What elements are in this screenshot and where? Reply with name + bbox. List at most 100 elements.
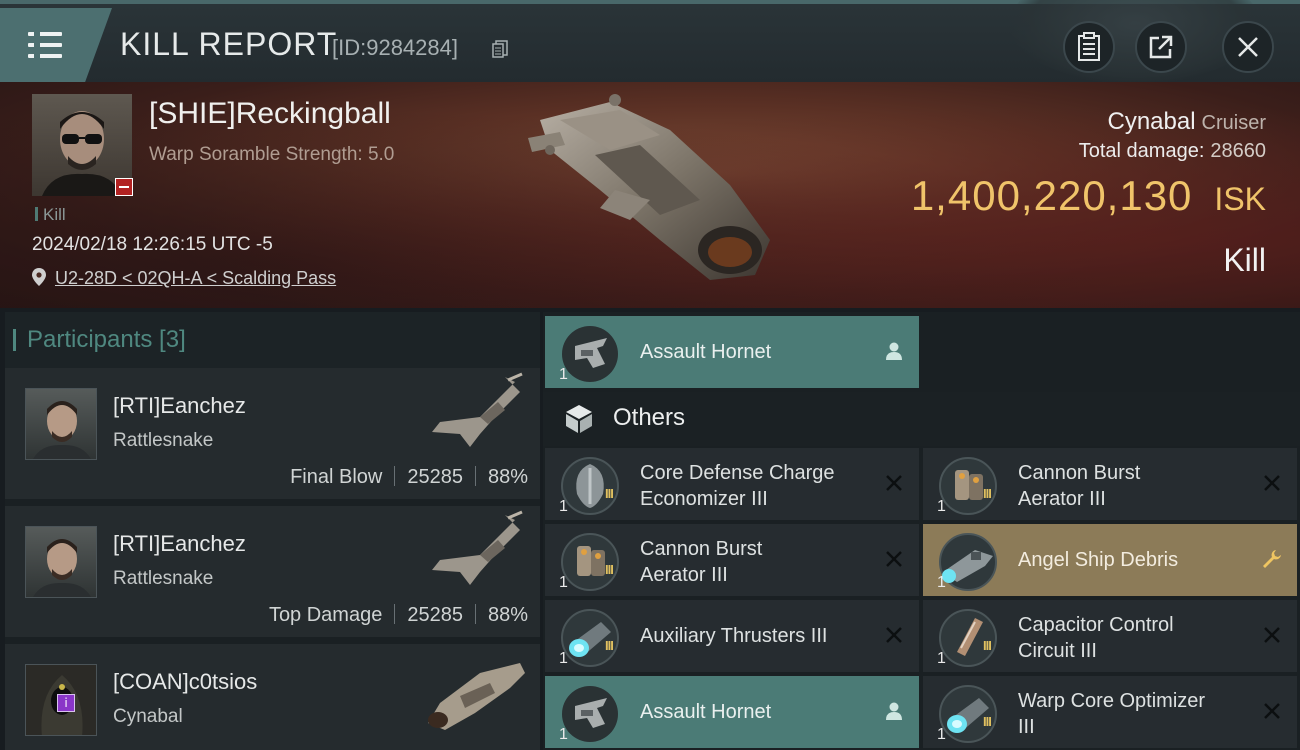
victim-banner: [SHIE]Reckingball Warp Soramble Strength… xyxy=(0,82,1300,308)
report-result: Kill xyxy=(1223,242,1266,278)
item-name: Assault Hornet xyxy=(640,699,875,725)
item-quantity: 1 xyxy=(559,498,568,515)
participants-title: Participants [3] xyxy=(13,326,186,353)
participant-role: Final Blow xyxy=(290,466,383,488)
destroyed-item[interactable]: III 1 Core Defense Charge Economizer III xyxy=(545,448,919,520)
destroyed-item[interactable]: III 1 Cannon Burst Aerator III xyxy=(545,524,919,596)
item-name-line2: Aerator III xyxy=(640,564,728,586)
close-icon xyxy=(1238,37,1258,57)
participant-name: [COAN]c0tsios xyxy=(113,669,258,694)
participant-card[interactable]: i [COAN]c0tsios Cynabal xyxy=(5,644,540,750)
total-damage-label: Total damage: xyxy=(1078,140,1205,162)
participant-ship-image xyxy=(432,372,523,447)
kill-tag: Kill xyxy=(35,205,66,225)
others-section-header: Others xyxy=(543,392,1300,446)
victim-ship-image xyxy=(528,94,770,280)
participant-stats: Final Blow 25285 88% xyxy=(290,466,528,489)
kill-report-window: KILL REPORT [ID:9284284] [SHIE]Reckingba… xyxy=(0,0,1300,750)
item-quantity: 1 xyxy=(937,726,946,743)
clipboard-button[interactable] xyxy=(1063,21,1115,73)
tier-icon: III xyxy=(983,638,992,653)
drone-item[interactable]: 1 Assault Hornet xyxy=(545,316,919,388)
item-quantity: 1 xyxy=(559,650,568,667)
standing-badge xyxy=(115,178,133,196)
kill-timestamp: 2024/02/18 12:26:15 UTC -5 xyxy=(32,234,273,255)
item-quantity: 1 xyxy=(937,498,946,515)
participant-rank-badge: i xyxy=(57,694,75,712)
participant-card[interactable]: [RTI]Eanchez Rattlesnake Final Blow 25285… xyxy=(5,368,540,501)
participant-card[interactable]: [RTI]Eanchez Rattlesnake Top Damage 25285… xyxy=(5,506,540,639)
ship-class: Cruiser xyxy=(1201,112,1266,134)
item-name-line1: Angel Ship Debris xyxy=(1018,549,1179,571)
destroyed-item[interactable]: III 1 Warp Core Optimizer III xyxy=(923,676,1297,748)
item-name: Angel Ship Debris xyxy=(1018,547,1253,573)
item-name-line1: Cannon Burst xyxy=(1018,462,1141,484)
total-damage: Total damage: 28660 xyxy=(1079,140,1266,163)
location-pin-icon xyxy=(32,268,46,286)
item-name-line2: Aerator III xyxy=(1018,488,1106,510)
participant-name: [RTI]Eanchez xyxy=(113,393,246,418)
external-link-icon xyxy=(1149,35,1173,59)
copy-icon[interactable] xyxy=(492,40,508,58)
destroyed-item[interactable]: III 1 Cannon Burst Aerator III xyxy=(923,448,1297,520)
person-icon[interactable] xyxy=(883,340,905,362)
wrench-icon[interactable] xyxy=(1261,548,1283,570)
participants-panel: Participants [3] [RTI]Eanchez Rattlesnak… xyxy=(5,312,540,750)
ship-name: Cynabal xyxy=(1107,108,1196,135)
item-name-line1: Auxiliary Thrusters III xyxy=(640,625,828,647)
participant-percent: 88% xyxy=(487,466,528,488)
item-name-line2: III xyxy=(1018,716,1035,738)
item-name: Capacitor Control Circuit III xyxy=(1018,612,1253,664)
menu-button[interactable] xyxy=(0,8,112,82)
page-title: KILL REPORT xyxy=(120,26,338,62)
item-name-line1: Warp Core Optimizer xyxy=(1018,690,1206,712)
share-button[interactable] xyxy=(1135,21,1187,73)
destroyed-item[interactable]: III 1 Auxiliary Thrusters III xyxy=(545,600,919,672)
item-name-line1: Assault Hornet xyxy=(640,701,772,723)
item-quantity: 1 xyxy=(559,574,568,591)
participant-stats: Top Damage 25285 88% xyxy=(269,604,528,627)
item-quantity: 1 xyxy=(559,366,568,383)
participant-ship: Rattlesnake xyxy=(113,568,214,589)
participant-role: Top Damage xyxy=(268,604,383,626)
others-label: Others xyxy=(613,404,686,431)
destroyed-item[interactable]: III 1 Capacitor Control Circuit III xyxy=(923,600,1297,672)
report-id: [ID:9284284] xyxy=(332,35,458,60)
participants-header: Participants [3] xyxy=(5,312,540,368)
drone-item[interactable]: 1 Assault Hornet xyxy=(545,676,919,748)
participant-damage: 25285 xyxy=(407,604,463,626)
victim-name[interactable]: [SHIE]Reckingball xyxy=(149,97,391,131)
modules-panel: 1 Assault Hornet Others III 1 Core Defen… xyxy=(543,312,1300,750)
victim-ship: Cynabal Cruiser xyxy=(1107,108,1266,136)
item-quantity: 1 xyxy=(937,650,946,667)
item-name: Core Defense Charge Economizer III xyxy=(640,460,875,512)
participant-ship-image xyxy=(432,510,523,585)
isk-value: 1,400,220,130 xyxy=(910,172,1193,219)
person-icon[interactable] xyxy=(883,700,905,722)
clipboard-icon xyxy=(1078,32,1100,61)
destroyed-icon xyxy=(886,475,902,491)
location-link[interactable]: U2-28D < 02QH-A < Scalding Pass xyxy=(55,268,336,289)
close-button[interactable] xyxy=(1222,21,1274,73)
header-bar: KILL REPORT [ID:9284284] xyxy=(0,0,1300,84)
destroyed-icon xyxy=(1264,475,1280,491)
item-name-line1: Core Defense Charge xyxy=(640,462,835,484)
tier-icon: III xyxy=(983,714,992,729)
item-name: Cannon Burst Aerator III xyxy=(1018,460,1253,512)
tier-icon: III xyxy=(605,562,614,577)
item-name: Warp Core Optimizer III xyxy=(1018,688,1253,740)
participant-percent: 88% xyxy=(487,604,528,626)
tier-icon: III xyxy=(605,638,614,653)
participant-avatar xyxy=(25,388,97,460)
item-quantity: 1 xyxy=(937,574,946,591)
cube-icon xyxy=(566,405,592,433)
tier-icon: III xyxy=(605,486,614,501)
isk-unit: ISK xyxy=(1214,181,1266,217)
item-name: Auxiliary Thrusters III xyxy=(640,623,875,649)
item-quantity: 1 xyxy=(559,726,568,743)
participant-avatar xyxy=(25,526,97,598)
participant-damage: 25285 xyxy=(407,466,463,488)
dropped-item[interactable]: 1 Angel Ship Debris xyxy=(923,524,1297,596)
victim-subtitle: Warp Soramble Strength: 5.0 xyxy=(149,144,395,165)
participant-ship: Cynabal xyxy=(113,706,183,727)
